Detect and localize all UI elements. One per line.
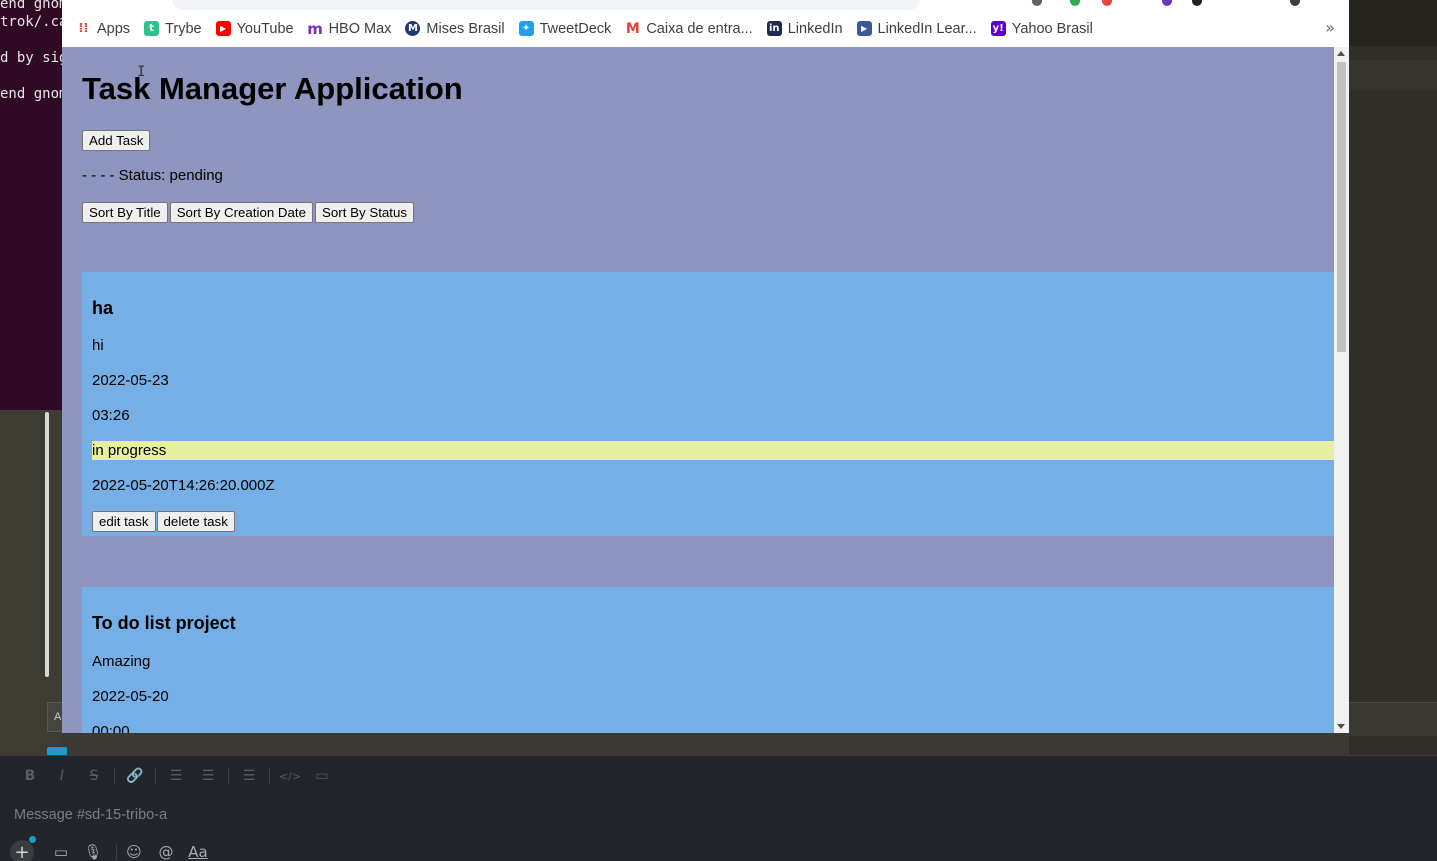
add-task-button[interactable]: Add Task [82, 130, 151, 151]
text-format-icon[interactable]: Aa [185, 841, 211, 861]
formatting-toolbar: B I S 🔗 ☰ ☰ ☰ </> ▭ [14, 766, 338, 786]
youtube-icon: ▶ [215, 21, 231, 36]
sort-by-status-button[interactable]: Sort By Status [315, 202, 415, 223]
hbo-max-icon: m [307, 19, 323, 38]
page-scrollbar[interactable] [1334, 47, 1349, 733]
bulleted-list-icon[interactable]: ☰ [192, 766, 224, 786]
task-title: ha [92, 298, 114, 318]
bookmark-gmail[interactable]: M Caixa de entra... [625, 20, 753, 37]
microphone-icon[interactable]: 🎙 [80, 841, 106, 861]
scroll-down-icon[interactable] [1337, 724, 1345, 729]
background-chip: A [47, 702, 62, 732]
task-time: 03:26 [92, 407, 130, 424]
delete-task-button[interactable]: delete task [156, 511, 235, 532]
terminal-line: trok/.ca [0, 14, 62, 30]
sort-controls: Sort By Title Sort By Creation Date Sort… [82, 202, 415, 223]
extension-icon[interactable] [1192, 0, 1202, 6]
composer-accent [47, 747, 67, 755]
extension-icon[interactable] [1162, 0, 1172, 6]
linkedin-learning-icon: ▶ [856, 21, 872, 36]
terminal-line: d by sig [0, 50, 62, 66]
tweetdeck-icon: ✦ [518, 21, 534, 36]
strikethrough-icon[interactable]: S [78, 766, 110, 786]
edit-task-button[interactable]: edit task [92, 511, 156, 532]
linkedin-icon: in [766, 21, 782, 36]
composer-actions: + ▭ 🎙 ☺ @ Aa [10, 836, 217, 861]
background-app-panel: A [0, 410, 62, 755]
task-description: hi [92, 337, 104, 354]
scroll-up-icon[interactable] [1337, 51, 1345, 56]
bookmark-linkedin[interactable]: in LinkedIn [766, 21, 843, 37]
page-viewport: Task Manager Application I Add Task - - … [62, 47, 1334, 733]
task-time: 00:00 [92, 723, 130, 733]
address-bar[interactable] [172, 0, 920, 10]
scrollbar-thumb[interactable] [1337, 62, 1346, 352]
blockquote-icon[interactable]: ☰ [233, 766, 265, 786]
plus-icon[interactable]: + [10, 836, 36, 861]
yahoo-icon: y! [990, 21, 1006, 36]
trybe-icon: t [144, 21, 160, 36]
bookmark-hbo-max[interactable]: m HBO Max [307, 19, 391, 38]
text-cursor-icon: I [137, 64, 146, 80]
terminal-line: end gnom [0, 86, 62, 102]
task-card: ha hi 2022-05-23 03:26 in progress 2022-… [82, 272, 1334, 536]
task-created-at: 2022-05-20T14:26:20.000Z [92, 477, 275, 494]
background-terminal-window: end gnom trok/.ca d by sig end gnom [0, 0, 62, 410]
status-filter-text: - - - - Status: pending [82, 167, 223, 184]
extension-icon[interactable] [1032, 0, 1042, 6]
bookmark-tweetdeck[interactable]: ✦ TweetDeck [518, 21, 611, 37]
browser-window: ⁞⁞ Apps t Trybe ▶ YouTube m HBO Max M Mi… [62, 0, 1349, 733]
link-icon[interactable]: 🔗 [119, 766, 151, 786]
task-date: 2022-05-23 [92, 372, 169, 389]
code-icon[interactable]: </> [274, 766, 306, 786]
message-input[interactable] [14, 804, 1414, 826]
mention-icon[interactable]: @ [153, 841, 179, 861]
bookmarks-bar: ⁞⁞ Apps t Trybe ▶ YouTube m HBO Max M Mi… [62, 10, 1349, 47]
task-description: Amazing [92, 653, 151, 670]
task-title: To do list project [92, 613, 236, 633]
bookmark-trybe[interactable]: t Trybe [144, 21, 202, 37]
browser-toolbar [62, 0, 1349, 10]
task-actions: edit task delete task [92, 511, 235, 532]
code-block-icon[interactable]: ▭ [306, 766, 338, 786]
task-card: To do list project Amazing 2022-05-20 00… [82, 587, 1334, 733]
task-date: 2022-05-20 [92, 688, 169, 705]
bookmark-mises-brasil[interactable]: M Mises Brasil [405, 21, 505, 37]
profile-avatar[interactable] [1290, 0, 1300, 6]
sort-by-creation-date-button[interactable]: Sort By Creation Date [169, 202, 314, 223]
terminal-line: end gnom [0, 0, 62, 12]
gmail-icon: M [625, 20, 640, 37]
extension-icon[interactable] [1070, 0, 1080, 6]
bookmark-yahoo[interactable]: y! Yahoo Brasil [990, 21, 1093, 37]
bookmark-linkedin-learning[interactable]: ▶ LinkedIn Lear... [856, 21, 977, 37]
task-status: in progress [92, 441, 1334, 460]
bold-icon[interactable]: B [14, 766, 46, 786]
background-scrollbar [45, 412, 49, 677]
extension-icon[interactable] [1102, 0, 1112, 6]
bookmark-apps[interactable]: ⁞⁞ Apps [76, 21, 131, 37]
mises-brasil-icon: M [405, 21, 421, 36]
bookmark-youtube[interactable]: ▶ YouTube [215, 21, 294, 37]
message-composer: B I S 🔗 ☰ ☰ ☰ </> ▭ + ▭ 🎙 ☺ @ Aa [0, 755, 1437, 861]
background-app-right [1349, 0, 1437, 755]
apps-grid-icon: ⁞⁞ [78, 21, 89, 36]
emoji-icon[interactable]: ☺ [121, 841, 147, 861]
video-icon[interactable]: ▭ [48, 841, 74, 861]
sort-by-title-button[interactable]: Sort By Title [82, 202, 168, 223]
italic-icon[interactable]: I [46, 766, 78, 786]
bookmarks-overflow-icon[interactable]: » [1325, 18, 1335, 37]
ordered-list-icon[interactable]: ☰ [160, 766, 192, 786]
